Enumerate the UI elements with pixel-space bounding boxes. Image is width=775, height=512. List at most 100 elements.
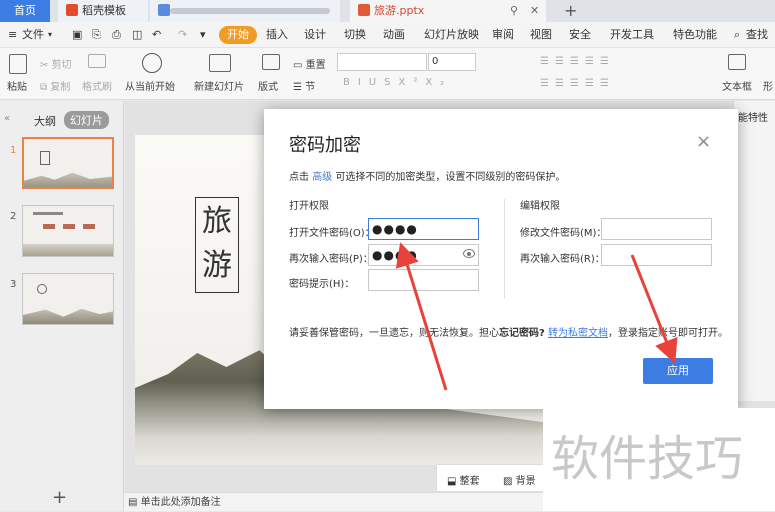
redo-icon[interactable]: ↷ — [178, 26, 187, 44]
new-tab-button[interactable]: + — [556, 0, 577, 22]
menu-security[interactable]: 安全 — [569, 26, 591, 44]
advanced-link[interactable]: 高级 — [312, 172, 332, 183]
menu-view[interactable]: 视图 — [530, 26, 552, 44]
tab-outline[interactable]: 大纲 — [34, 113, 56, 129]
right-panel-label: 能特性 — [738, 113, 768, 124]
password-hint-field[interactable] — [368, 269, 479, 291]
edit-permission-heading: 编辑权限 — [520, 201, 560, 212]
desc-prefix: 点击 — [289, 172, 309, 183]
edit-confirm-label: 再次输入密码(R)： — [520, 254, 605, 265]
slide-thumbnail-3[interactable] — [22, 273, 114, 325]
textbox-button[interactable]: 文本框 — [722, 78, 752, 93]
font-size-value: 0 — [432, 56, 439, 67]
undo-icon[interactable]: ↶ — [152, 26, 161, 44]
open-permission-heading: 打开权限 — [289, 201, 329, 212]
chevron-down-icon: ▾ — [48, 30, 53, 39]
password-encryption-dialog: 密码加密 × 点击 高级 可选择不同的加密类型，设置不同级别的密码保护。 打开权… — [264, 109, 738, 409]
format-painter-icon[interactable] — [88, 54, 106, 68]
add-slide-button[interactable]: + — [52, 487, 67, 508]
cut-button[interactable]: ✂ 剪切 — [40, 56, 72, 71]
new-slide-icon[interactable] — [209, 54, 231, 72]
layout-icon[interactable] — [262, 54, 280, 70]
align-buttons[interactable]: ☰☰☰☰☰ — [540, 78, 615, 89]
menu-insert[interactable]: 插入 — [266, 26, 288, 44]
section-button[interactable]: ☰ 节 — [293, 78, 315, 93]
tab-slides[interactable]: 幻灯片 — [64, 111, 109, 129]
search-icon[interactable]: ⌕ — [734, 26, 740, 44]
copy-button[interactable]: ⧉ 复制 — [40, 78, 70, 93]
tab-home[interactable]: 首页 — [0, 0, 50, 22]
background-button[interactable]: ▨ 背景 — [503, 472, 536, 487]
open-password-field[interactable]: ●●●● — [368, 218, 479, 240]
edit-confirm-field[interactable] — [601, 244, 712, 266]
tidy-label: 整套 — [459, 476, 480, 487]
tab-template-label: 稻壳模板 — [82, 4, 126, 17]
tab-blurred[interactable] — [150, 0, 340, 22]
menu-developer[interactable]: 开发工具 — [610, 26, 654, 44]
menu-animation[interactable]: 动画 — [383, 26, 405, 44]
preview-icon[interactable]: ◫ — [132, 26, 142, 44]
private-doc-link[interactable]: 转为私密文档 — [548, 328, 608, 339]
paste-label[interactable]: 粘贴 — [7, 78, 27, 93]
menu-features[interactable]: 特色功能 — [673, 26, 717, 44]
ribbon-toolbar: 粘贴 ✂ 剪切 ⧉ 复制 格式刷 从当前开始 新建幻灯片 版式 ▭ 重置 ☰ 节… — [0, 48, 775, 100]
print-icon[interactable]: ⎙ — [112, 26, 121, 44]
format-painter-label[interactable]: 格式刷 — [82, 78, 112, 93]
tab-template[interactable]: 稻壳模板 — [58, 0, 148, 22]
slide-thumbnail-1[interactable] — [22, 137, 114, 189]
reset-button[interactable]: ▭ 重置 — [293, 56, 326, 71]
save-icon[interactable]: ▣ — [72, 26, 82, 44]
show-password-icon[interactable] — [463, 249, 475, 258]
more-icon[interactable]: ▾ — [200, 26, 206, 44]
confirm-password-label: 再次输入密码(P)： — [289, 254, 373, 265]
paste-icon[interactable] — [9, 54, 27, 74]
blurred-title — [170, 8, 330, 14]
open-password-value: ●●●● — [372, 222, 418, 236]
export-icon[interactable]: ⎘ — [92, 26, 101, 44]
dialog-title: 密码加密 — [289, 135, 361, 156]
close-tab-icon[interactable]: ✕ — [530, 0, 539, 22]
confirm-password-field[interactable]: ●●●● — [368, 244, 479, 266]
font-size-select[interactable]: 0 — [428, 53, 476, 71]
reset-label: 重置 — [305, 60, 326, 71]
cut-label: 剪切 — [51, 60, 72, 71]
close-icon[interactable]: × — [696, 131, 711, 152]
menu-design[interactable]: 设计 — [304, 26, 326, 44]
collapse-panel-icon[interactable]: « — [4, 113, 10, 124]
menu-transition[interactable]: 切换 — [344, 26, 366, 44]
menu-review[interactable]: 审阅 — [492, 26, 514, 44]
hamburger-icon[interactable]: ≡ — [8, 26, 17, 44]
new-slide-button[interactable]: 新建幻灯片 — [194, 78, 244, 93]
pin-icon[interactable]: ⚲ — [510, 0, 518, 22]
copy-label: 复制 — [50, 82, 71, 93]
tab-document[interactable]: 旅游.pptx ⚲ ✕ — [350, 0, 546, 22]
menu-slideshow[interactable]: 幻灯片放映 — [424, 26, 479, 44]
slide-number: 3 — [10, 279, 17, 290]
layout-button[interactable]: 版式 — [258, 78, 278, 93]
warning-prefix: 请妥善保管密码，一旦遗忘，则无法恢复。担心 — [289, 328, 499, 339]
play-icon[interactable] — [142, 53, 162, 73]
font-name-select[interactable] — [337, 53, 427, 71]
notes-area[interactable]: ▤ 单击此处添加备注 — [124, 492, 544, 511]
dialog-description: 点击 高级 可选择不同的加密类型，设置不同级别的密码保护。 — [289, 168, 565, 183]
textbox-icon[interactable] — [728, 54, 746, 70]
watermark-text: 软件技巧 — [543, 408, 775, 511]
edit-password-label: 修改文件密码(M)： — [520, 228, 607, 239]
slide-thumbnail-2[interactable] — [22, 205, 114, 257]
bottom-toolbar: ⬓ 整套 ▨ 背景 — [436, 464, 546, 492]
font-style-buttons[interactable]: BIUSX²X₂ — [343, 77, 452, 88]
menu-start[interactable]: 开始 — [219, 26, 257, 44]
slide-number: 2 — [10, 211, 17, 222]
confirm-password-value: ●●●● — [372, 248, 418, 262]
edit-password-field[interactable] — [601, 218, 712, 240]
menu-bar: ≡ 文件 ▾ ▣ ⎘ ⎙ ◫ ↶ ↷ ▾ 开始 插入 设计 切换 动画 幻灯片放… — [0, 22, 775, 48]
warning-suffix: ，登录指定账号即可打开。 — [608, 328, 728, 339]
slide-title-box[interactable]: 旅 游 — [195, 197, 239, 293]
menu-file[interactable]: 文件 — [22, 26, 44, 44]
menu-search[interactable]: 查找 — [746, 26, 768, 44]
shape-button[interactable]: 形 — [763, 78, 773, 93]
apply-button[interactable]: 应用 — [643, 358, 713, 384]
play-from-current-button[interactable]: 从当前开始 — [125, 78, 175, 93]
paragraph-buttons[interactable]: ☰☰☰☰☰ — [540, 56, 615, 67]
tidy-button[interactable]: ⬓ 整套 — [447, 472, 480, 487]
